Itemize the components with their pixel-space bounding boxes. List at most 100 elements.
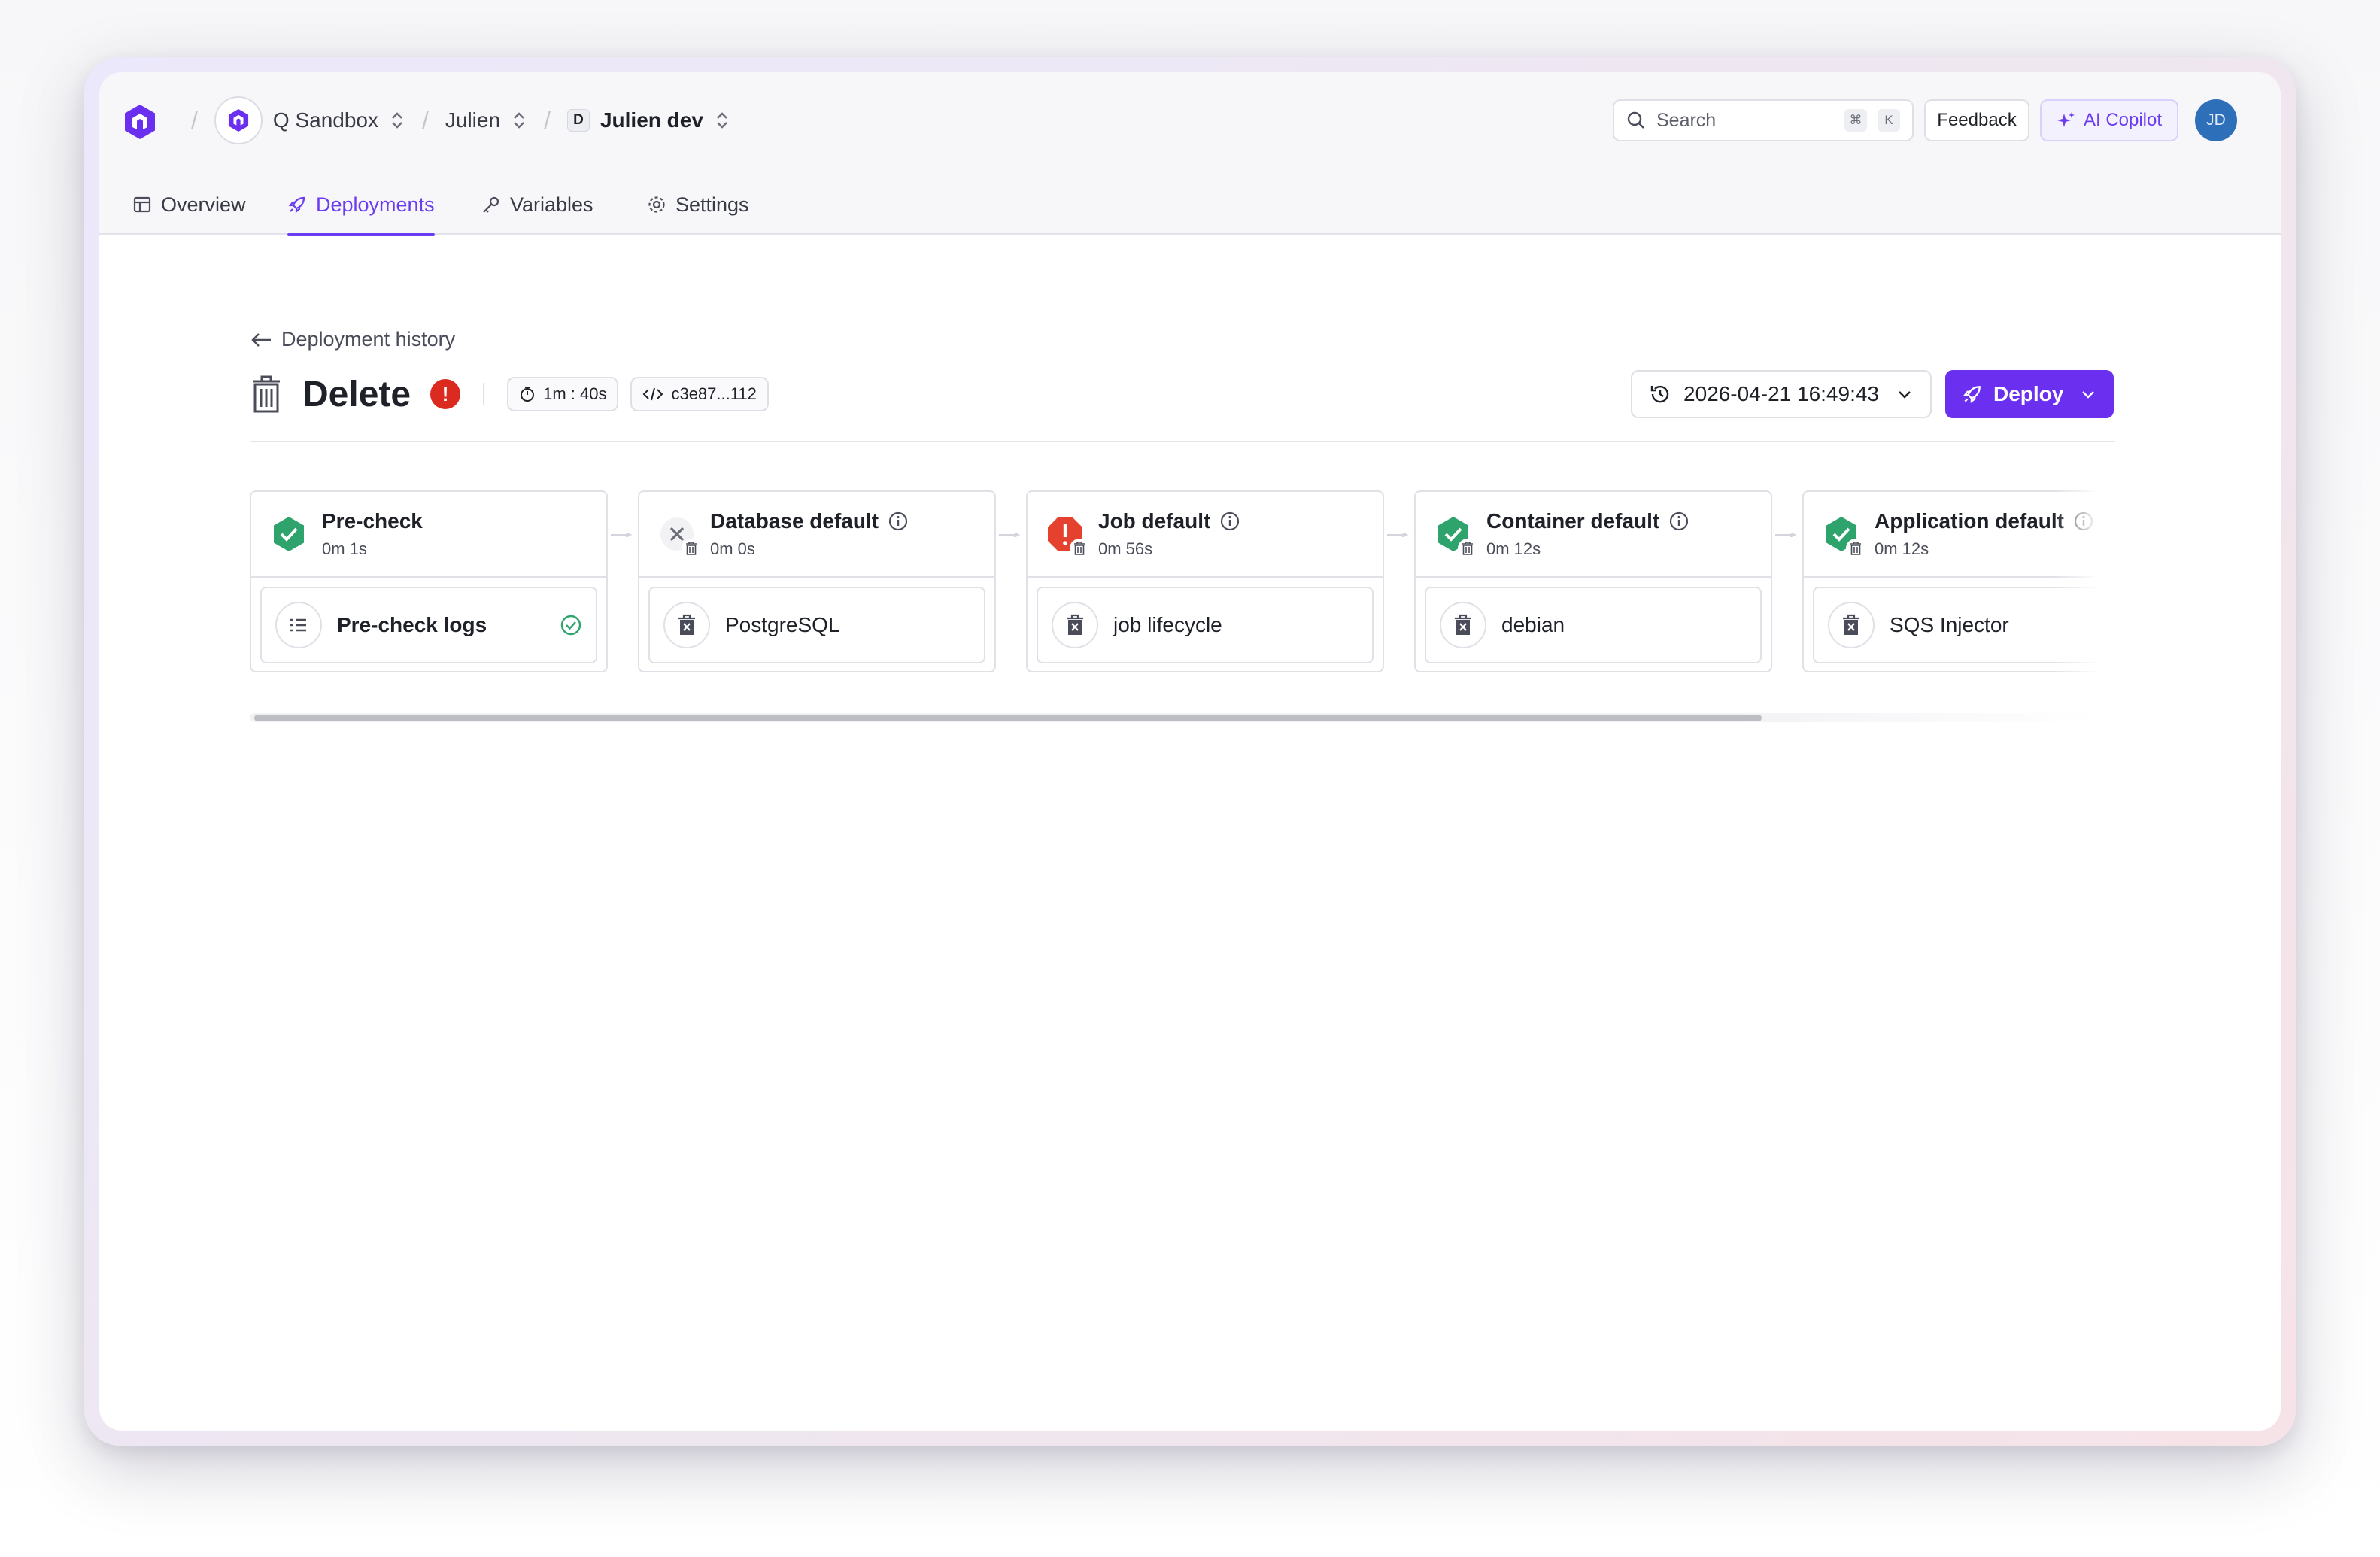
rocket-icon — [287, 195, 307, 214]
breadcrumb-org[interactable]: Q Sandbox — [214, 96, 405, 144]
tab-label: Variables — [510, 193, 593, 216]
stage-name: Container default — [1486, 509, 1689, 533]
ai-copilot-label: AI Copilot — [2083, 110, 2163, 130]
stage-card-database[interactable]: Database default 0m 0s PostgreSQL — [638, 490, 996, 672]
ai-copilot-button[interactable]: AI Copilot — [2040, 99, 2178, 141]
info-icon[interactable] — [1219, 511, 1240, 532]
trash-icon — [1846, 539, 1865, 558]
sparkles-icon — [2057, 111, 2076, 130]
chevron-updown-icon — [714, 111, 730, 130]
app-window: / Q Sandbox / Julien / D Julien dev Sear… — [99, 72, 2281, 1431]
history-icon — [1649, 383, 1671, 405]
success-shield-icon — [1434, 514, 1477, 558]
stage-duration: 0m 12s — [1486, 539, 1541, 558]
divider — [483, 383, 485, 405]
breadcrumb: / Q Sandbox / Julien / D Julien dev — [175, 96, 730, 144]
stage-card-precheck[interactable]: Pre-check 0m 1s Pre-check logs — [250, 490, 608, 672]
chevron-down-icon — [1896, 385, 1914, 403]
stage-header: Container default 0m 12s — [1416, 492, 1771, 578]
breadcrumb-project[interactable]: Julien — [445, 108, 527, 132]
chevron-updown-icon — [511, 111, 527, 130]
env-type-badge: D — [566, 109, 590, 132]
tab-overview[interactable]: Overview — [132, 175, 246, 235]
org-avatar — [214, 96, 263, 144]
code-icon — [642, 386, 663, 402]
error-status-icon — [1046, 514, 1089, 558]
shortcut-key-cmd: ⌘ — [1844, 109, 1867, 132]
scroll-fade-overlay — [2054, 490, 2099, 683]
trash-icon — [1458, 539, 1477, 558]
deployment-date-select[interactable]: 2026-04-21 16:49:43 — [1631, 370, 1932, 418]
page-title: Delete — [302, 374, 411, 414]
environment-name: Julien dev — [600, 108, 703, 132]
pipeline-arrow-icon — [1775, 533, 1797, 537]
org-name: Q Sandbox — [272, 108, 378, 132]
success-shield-icon — [269, 514, 308, 554]
stage-name: Database default — [710, 509, 909, 533]
item-label: PostgreSQL — [725, 613, 840, 636]
stage-duration: 0m 0s — [710, 539, 755, 558]
item-label: SQS Injector — [1890, 613, 2009, 636]
breadcrumb-separator: / — [191, 106, 198, 134]
tab-variables[interactable]: Variables — [481, 175, 593, 235]
stage-header: Pre-check 0m 1s — [251, 492, 606, 578]
tab-settings[interactable]: Settings — [647, 175, 749, 235]
tab-label: Settings — [675, 193, 749, 216]
search-placeholder: Search — [1656, 109, 1717, 131]
chevron-down-icon — [2079, 385, 2097, 403]
service-item[interactable]: debian — [1425, 587, 1762, 663]
shortcut-key-k: K — [1878, 109, 1900, 132]
chevron-updown-icon — [389, 111, 405, 130]
search-input[interactable]: Search ⌘ K — [1613, 99, 1914, 141]
deploy-label: Deploy — [1993, 382, 2064, 405]
deploy-button[interactable]: Deploy — [1945, 370, 2114, 418]
precheck-logs-item[interactable]: Pre-check logs — [260, 587, 597, 663]
stage-duration: 0m 1s — [322, 539, 367, 558]
service-item[interactable]: job lifecycle — [1037, 587, 1374, 663]
trash-icon — [1070, 539, 1089, 558]
qovery-logo-icon[interactable] — [120, 102, 159, 141]
info-icon[interactable] — [1668, 511, 1689, 532]
user-avatar[interactable]: JD — [2195, 99, 2237, 141]
horizontal-scrollbar-thumb[interactable] — [254, 715, 1762, 721]
service-item[interactable]: PostgreSQL — [648, 587, 985, 663]
trash-icon — [1052, 602, 1098, 648]
timer-icon — [519, 386, 536, 402]
commit-badge[interactable]: c3e87...112 — [630, 377, 769, 411]
feedback-button[interactable]: Feedback — [1924, 99, 2029, 141]
stage-duration: 0m 56s — [1098, 539, 1153, 558]
stage-name-text: Application default — [1875, 509, 2064, 533]
rocket-icon — [1962, 384, 1983, 405]
top-bar: / Q Sandbox / Julien / D Julien dev Sear… — [99, 72, 2281, 236]
tab-deployments[interactable]: Deployments — [287, 175, 435, 236]
deployment-header: Delete ! 1m : 40s c3e87...112 — [250, 370, 769, 418]
breadcrumb-environment[interactable]: D Julien dev — [566, 108, 730, 132]
divider — [250, 441, 2115, 442]
stage-header: Database default 0m 0s — [639, 492, 994, 578]
pipeline-arrow-icon — [1387, 533, 1409, 537]
stage-card-job[interactable]: Job default 0m 56s job lifecycle — [1026, 490, 1384, 672]
back-to-deployment-history-link[interactable]: Deployment history — [250, 328, 455, 351]
success-shield-icon — [1822, 514, 1865, 558]
info-icon[interactable] — [888, 511, 909, 532]
duration-value: 1m : 40s — [543, 384, 607, 403]
stage-name: Pre-check — [322, 509, 423, 533]
stage-header: Job default 0m 56s — [1028, 492, 1383, 578]
app-frame: / Q Sandbox / Julien / D Julien dev Sear… — [84, 57, 2296, 1446]
trash-icon — [1440, 602, 1486, 648]
deployment-pipeline: Pre-check 0m 1s Pre-check logs Database … — [250, 490, 2099, 683]
item-label: debian — [1501, 613, 1565, 636]
trash-icon — [1828, 602, 1875, 648]
duration-badge: 1m : 40s — [507, 377, 619, 411]
item-label: job lifecycle — [1113, 613, 1222, 636]
trash-icon — [663, 602, 710, 648]
search-icon — [1626, 111, 1646, 130]
trash-icon — [250, 374, 283, 414]
error-status-badge[interactable]: ! — [430, 379, 461, 409]
skipped-status-icon — [657, 514, 701, 558]
stage-name: Job default — [1098, 509, 1240, 533]
project-name: Julien — [445, 108, 501, 132]
list-icon — [275, 602, 322, 648]
stage-card-container[interactable]: Container default 0m 12s debian — [1414, 490, 1772, 672]
arrow-left-icon — [250, 331, 272, 349]
